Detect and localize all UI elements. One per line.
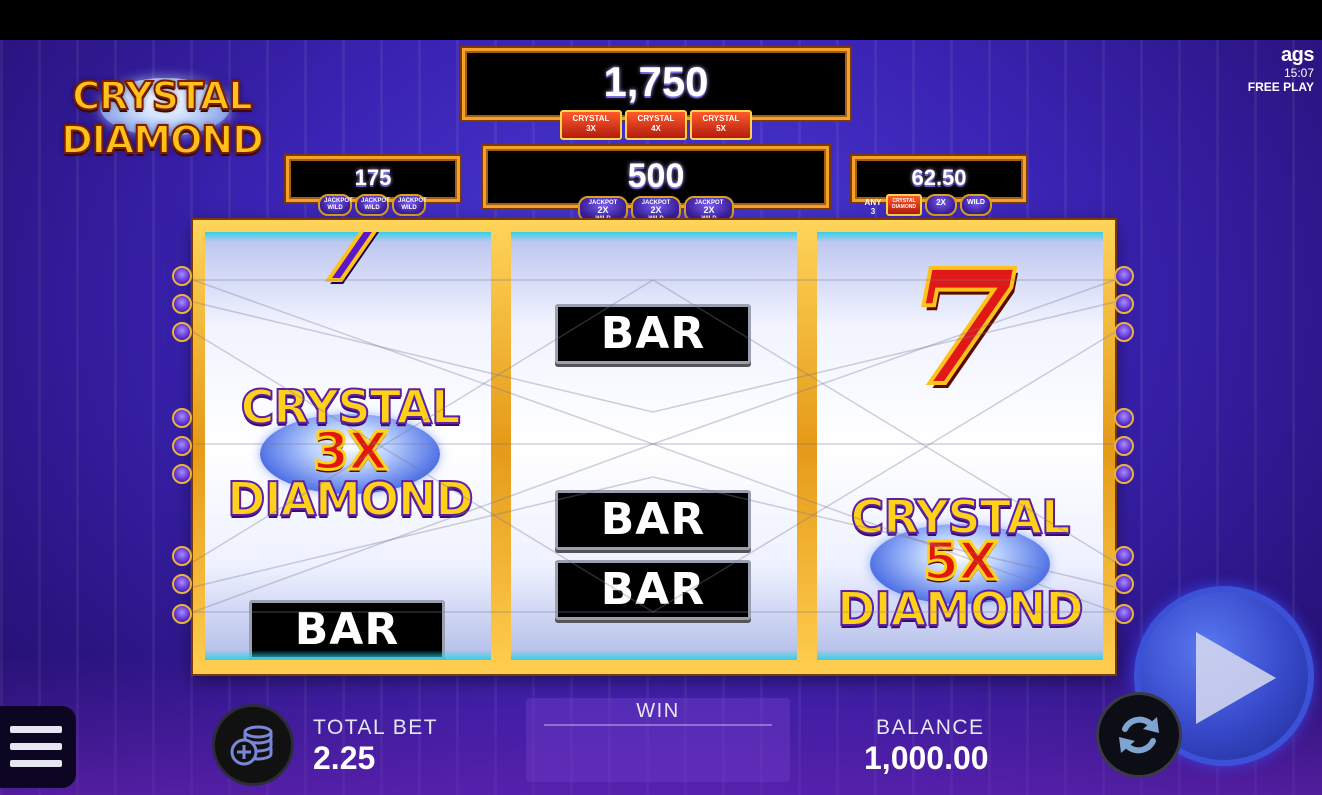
seven-symbol: 7 <box>308 232 402 311</box>
crystal-diamond-icon: CRYSTAL DIAMOND <box>886 194 922 216</box>
payline-marker <box>172 604 192 624</box>
crystal-5x-diamond-symbol: CRYSTAL 5X DIAMOND <box>825 482 1095 642</box>
grand-jackpot-symbols: CRYSTAL 3X CRYSTAL 4X CRYSTAL 5X <box>556 110 756 140</box>
payline-marker <box>172 574 192 594</box>
payline-marker <box>172 464 192 484</box>
balance-label: BALANCE <box>876 716 985 739</box>
jackpot-wild-icon: JACKPOT WILD <box>355 194 390 216</box>
jackpot-2x-icon: 2X <box>925 194 957 216</box>
crystal-3x-diamond-icon: CRYSTAL 3X <box>560 110 622 140</box>
bar-symbol: BAR <box>555 490 751 550</box>
symbol-word-diamond: DIAMOND <box>226 471 474 527</box>
bar-symbol: BAR <box>249 600 445 660</box>
payline-marker <box>172 266 192 286</box>
jackpot-wild-icon: JACKPOT WILD <box>318 194 353 216</box>
bar-symbol: BAR <box>555 560 751 620</box>
total-bet-value: 2.25 <box>313 740 376 776</box>
payline-marker <box>172 294 192 314</box>
crystal-3x-diamond-symbol: CRYSTAL 3X DIAMOND <box>215 372 485 532</box>
center-jackpot-symbols: JACKPOT 2X WILD JACKPOT 2X WILD JACKPOT 2X WIL… <box>576 196 736 222</box>
right-jackpot-value: 62.50 <box>911 165 967 190</box>
game-logo: CRYSTAL DIAMOND <box>10 60 310 163</box>
menu-button[interactable] <box>0 706 76 788</box>
payline-marker <box>1114 266 1134 286</box>
grand-jackpot-value: 1,750 <box>603 58 709 105</box>
center-jackpot-value: 500 <box>627 157 685 195</box>
jackpot-2x-wild-icon: JACKPOT 2X WILD <box>684 196 734 222</box>
payline-marker <box>1114 408 1134 428</box>
balance-value: 1,000.00 <box>864 740 989 776</box>
payline-marker <box>1114 464 1134 484</box>
win-divider <box>544 724 772 726</box>
bar-symbol: BAR <box>555 304 751 364</box>
payline-marker <box>1114 436 1134 456</box>
win-display: WIN <box>526 698 790 782</box>
crystal-5x-diamond-icon: CRYSTAL 5X <box>690 110 752 140</box>
jackpot-wild-icon: JACKPOT WILD <box>392 194 427 216</box>
provider-info: ags 15:07 FREE PLAY <box>1247 44 1315 94</box>
payline-marker <box>172 546 192 566</box>
logo-text: CRYSTAL DIAMOND <box>60 73 265 163</box>
refresh-arrows-icon <box>1119 716 1159 754</box>
payline-marker <box>172 322 192 342</box>
payline-marker <box>1114 604 1134 624</box>
reel-2: BAR BAR BAR <box>511 232 797 660</box>
symbol-word-diamond: DIAMOND <box>836 581 1084 637</box>
payline-marker <box>172 408 192 428</box>
payline-marker <box>1114 322 1134 342</box>
jackpot-2x-wild-icon: JACKPOT 2X WILD <box>631 196 681 222</box>
jackpot-2x-wild-icon: JACKPOT 2X WILD <box>578 196 628 222</box>
any-3-label: ANY 3 <box>864 198 882 216</box>
reel-frame: 7 CRYSTAL 3X DIAMOND BAR BAR BAR BAR 7 C… <box>193 220 1115 674</box>
payline-marker <box>172 436 192 456</box>
payline-marker <box>1114 546 1134 566</box>
coin-stack-plus-icon <box>230 725 273 766</box>
payline-marker <box>1114 574 1134 594</box>
payline-marker <box>1114 294 1134 314</box>
left-jackpot-symbols: JACKPOT WILD JACKPOT WILD JACKPOT WILD <box>316 194 428 216</box>
bet-button[interactable] <box>212 704 294 786</box>
win-label: WIN <box>636 700 680 722</box>
reel-3: 7 CRYSTAL 5X DIAMOND <box>817 232 1103 660</box>
play-triangle-icon <box>1196 632 1276 724</box>
wild-icon: WILD <box>960 194 992 216</box>
right-jackpot-symbols: CRYSTAL DIAMOND 2X WILD <box>884 194 994 216</box>
left-jackpot-value: 175 <box>354 165 392 190</box>
total-bet-label: TOTAL BET <box>313 716 439 739</box>
autoplay-button[interactable] <box>1096 692 1182 778</box>
seven-symbol: 7 <box>905 236 1019 421</box>
play-mode: FREE PLAY <box>1247 80 1314 94</box>
reel-1: 7 CRYSTAL 3X DIAMOND BAR <box>205 232 491 660</box>
provider-logo: ags <box>1281 44 1314 66</box>
crystal-4x-diamond-icon: CRYSTAL 4X <box>625 110 687 140</box>
clock: 15:07 <box>1283 66 1314 80</box>
